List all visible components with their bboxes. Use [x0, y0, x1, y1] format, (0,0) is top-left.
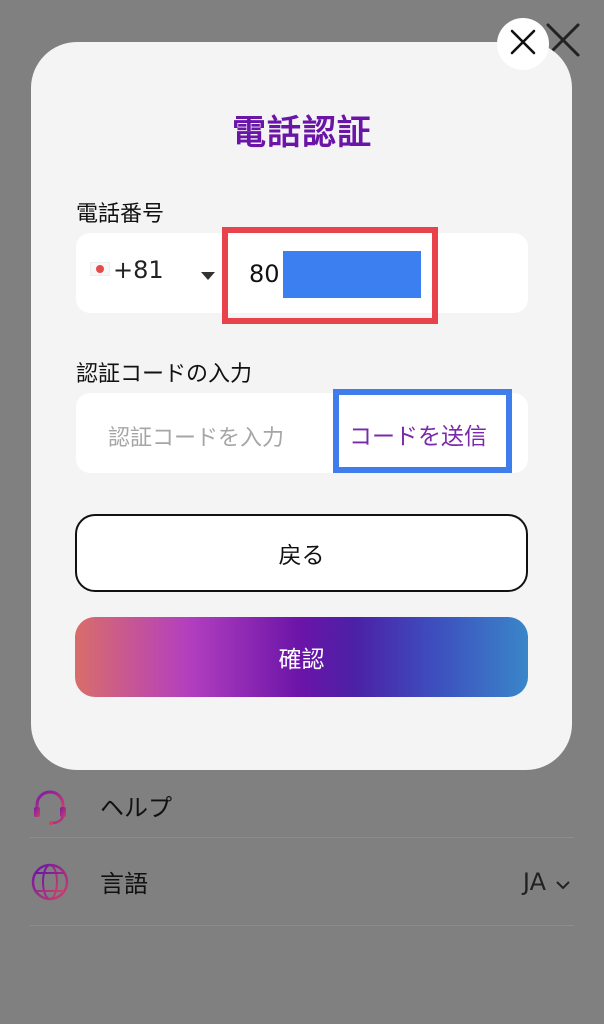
- language-value: JA: [522, 867, 546, 896]
- send-code-highlight: [333, 389, 512, 473]
- country-code[interactable]: +81: [113, 256, 164, 284]
- modal-close-button[interactable]: [497, 18, 549, 70]
- confirm-button[interactable]: 確認: [75, 617, 528, 697]
- headset-icon: [30, 786, 70, 826]
- menu-item-language[interactable]: 言語 JA: [30, 838, 574, 926]
- globe-icon: [30, 862, 70, 902]
- phone-number-label: 電話番号: [76, 202, 165, 227]
- japan-flag-icon: [90, 262, 110, 276]
- verification-code-placeholder[interactable]: 認証コードを入力: [108, 420, 284, 452]
- country-dropdown-icon[interactable]: [200, 266, 216, 285]
- chevron-down-icon: [556, 868, 570, 896]
- verification-code-label: 認証コードの入力: [76, 362, 253, 387]
- phone-input-highlight: [222, 227, 438, 324]
- back-button[interactable]: 戻る: [75, 514, 528, 592]
- language-selector[interactable]: JA: [523, 868, 570, 896]
- close-icon: [509, 28, 537, 60]
- modal-title: 電話認証: [232, 113, 372, 153]
- help-label: ヘルプ: [100, 794, 172, 822]
- language-label: 言語: [100, 870, 148, 898]
